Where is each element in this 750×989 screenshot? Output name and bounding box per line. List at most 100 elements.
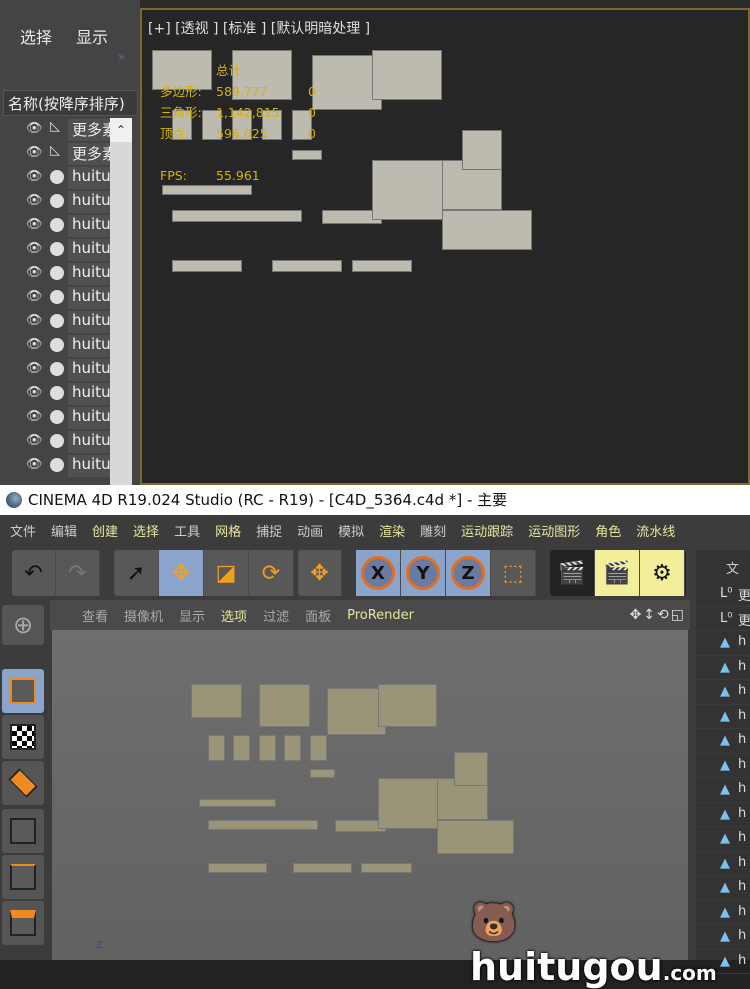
scene-object (372, 50, 442, 100)
menu-item[interactable]: 选择 (133, 521, 159, 540)
eye-icon[interactable]: 👁 (26, 145, 43, 160)
object-row[interactable]: L⁰ 更 (696, 607, 750, 631)
scrollbar[interactable]: ⌃ (110, 118, 132, 485)
object-row[interactable]: L⁰ 更 (696, 582, 750, 607)
menu-item[interactable]: 运动跟踪 (461, 521, 513, 540)
select-arrow-icon[interactable]: ➚ (114, 550, 159, 596)
axis-x-button[interactable]: X (356, 550, 401, 596)
edges-mode-icon[interactable] (2, 855, 44, 899)
item-label: huitu (68, 167, 116, 189)
eye-icon[interactable]: 👁 (26, 337, 43, 352)
object-row[interactable]: ▲ h (696, 729, 750, 754)
circle-icon (50, 242, 64, 256)
view-menu-item[interactable]: 选项 (221, 606, 247, 625)
viewport-label[interactable]: [+] [透视 ] [标准 ] [默认明暗处理 ] (148, 18, 370, 38)
menu-item[interactable]: 创建 (92, 521, 118, 540)
move-icon[interactable]: ✥ (159, 550, 204, 596)
polygons-mode-icon[interactable] (2, 901, 44, 945)
object-row[interactable]: ▲ h (696, 827, 750, 852)
menu-item[interactable]: 角色 (595, 521, 621, 540)
eye-icon[interactable]: 👁 (26, 265, 43, 280)
tools-group: ➚ ✥ ◪ ⟳ (114, 550, 294, 596)
scene-object (309, 735, 327, 761)
view-globe-icon[interactable]: ⊕ (2, 605, 44, 645)
scene-object (207, 735, 225, 761)
object-manager-tab[interactable]: 文 (696, 550, 750, 582)
stat-label: 顶点: (160, 126, 190, 141)
points-mode-icon[interactable] (2, 809, 44, 853)
menu-item[interactable]: 模拟 (338, 521, 364, 540)
eye-icon[interactable]: 👁 (26, 385, 43, 400)
coordinate-system-icon[interactable]: ⬚ (491, 550, 536, 596)
menu-item[interactable]: 工具 (174, 521, 200, 540)
object-row[interactable]: ▲ h (696, 778, 750, 803)
object-label: 更 (738, 589, 750, 604)
expand-icon[interactable]: » (118, 50, 125, 64)
menu-item[interactable]: 流水线 (636, 521, 675, 540)
texture-mode-icon[interactable] (2, 715, 44, 759)
object-row[interactable]: ▲ h (696, 852, 750, 876)
tab-select[interactable]: 选择 (20, 24, 52, 48)
menu-item[interactable]: 雕刻 (420, 521, 446, 540)
eye-icon[interactable]: 👁 (26, 169, 43, 184)
workplane-icon[interactable] (2, 761, 44, 805)
c4d-logo-icon (6, 492, 22, 508)
eye-icon[interactable]: 👁 (26, 361, 43, 376)
circle-icon (50, 170, 64, 184)
eye-icon[interactable]: 👁 (26, 217, 43, 232)
polygon-icon: ▲ (720, 684, 730, 699)
tab-display[interactable]: 显示 (76, 24, 108, 48)
circle-icon (50, 410, 64, 424)
scene-object (233, 735, 250, 761)
column-header-name[interactable]: 名称(按降序排序) (3, 90, 138, 116)
view-menu-item[interactable]: 查看 (82, 606, 108, 625)
menu-item[interactable]: 编辑 (51, 521, 77, 540)
menu-item[interactable]: 渲染 (379, 521, 405, 540)
eye-icon[interactable]: 👁 (26, 193, 43, 208)
redo-icon[interactable]: ↷ (56, 550, 100, 596)
eye-icon[interactable]: 👁 (26, 289, 43, 304)
axis-y-button[interactable]: Y (401, 550, 446, 596)
scroll-up-icon[interactable]: ⌃ (110, 118, 132, 142)
view-menu-item[interactable]: 面板 (305, 606, 331, 625)
eye-icon[interactable]: 👁 (26, 313, 43, 328)
rotate-icon[interactable]: ⟳ (249, 550, 294, 596)
stat-value: 0 (308, 105, 316, 120)
perspective-viewport[interactable]: [+] [透视 ] [标准 ] [默认明暗处理 ] 总计 多边形: 589,777… (140, 8, 750, 485)
menu-item[interactable]: 运动图形 (528, 521, 580, 540)
render-settings-icon[interactable]: ⚙ (640, 550, 685, 596)
object-row[interactable]: ▲ h (696, 803, 750, 827)
scale-icon[interactable]: ◪ (204, 550, 249, 596)
menu-item[interactable]: 文件 (10, 521, 36, 540)
menu-item[interactable]: 捕捉 (256, 521, 282, 540)
object-row[interactable]: ▲ h (696, 680, 750, 705)
render-view-icon[interactable]: 🎬 (550, 550, 595, 596)
transform-icon[interactable]: ✥ (298, 550, 342, 596)
eye-icon[interactable]: 👁 (26, 409, 43, 424)
eye-icon[interactable]: 👁 (26, 457, 43, 472)
menu-item[interactable]: 动画 (297, 521, 323, 540)
eye-icon[interactable]: 👁 (26, 121, 43, 136)
viewport-nav-icons[interactable]: ✥↕⟲◱ (630, 607, 686, 623)
scene-object (272, 260, 342, 272)
view-menu-item[interactable]: 显示 (179, 606, 205, 625)
object-row[interactable]: ▲ h (696, 656, 750, 680)
scene-object (372, 160, 452, 220)
object-row[interactable]: ▲ h (696, 631, 750, 656)
view-menu-item[interactable]: 过滤 (263, 606, 289, 625)
render-picture-icon[interactable]: 🎬 (595, 550, 640, 596)
view-menu-item[interactable]: 摄像机 (124, 606, 163, 625)
scene-object (352, 260, 412, 272)
axis-group: X Y Z ⬚ (356, 550, 536, 596)
object-row[interactable]: ▲ h (696, 876, 750, 901)
object-row[interactable]: ▲ h (696, 705, 750, 729)
undo-icon[interactable]: ↶ (12, 550, 56, 596)
view-menu-item[interactable]: ProRender (347, 608, 414, 623)
polygon-icon: ▲ (720, 659, 730, 675)
axis-z-button[interactable]: Z (446, 550, 491, 596)
model-mode-icon[interactable] (2, 669, 44, 713)
menu-item[interactable]: 网格 (215, 521, 241, 540)
eye-icon[interactable]: 👁 (26, 433, 43, 448)
object-row[interactable]: ▲ h (696, 754, 750, 778)
eye-icon[interactable]: 👁 (26, 241, 43, 256)
